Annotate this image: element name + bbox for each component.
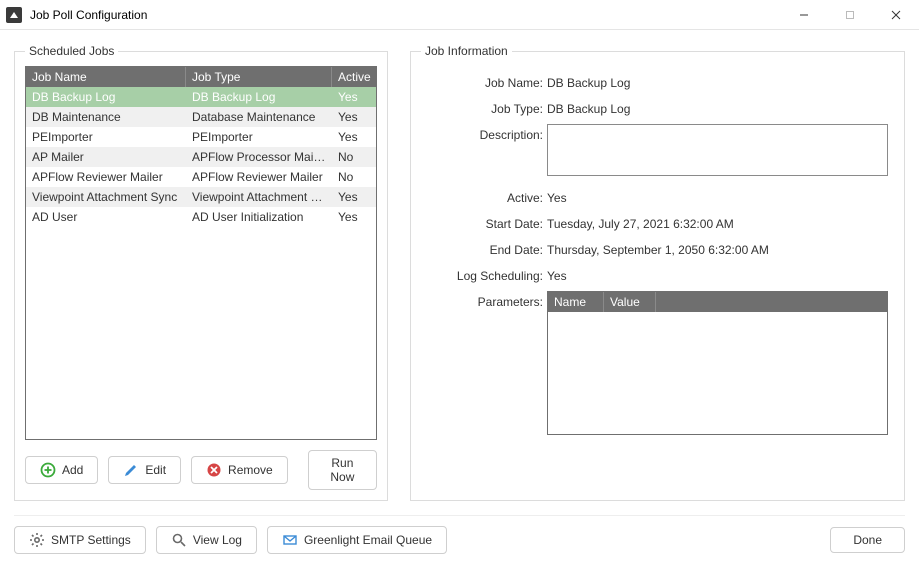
- job-info-group: Job Information Job Name: DB Backup Log …: [410, 44, 905, 501]
- cell-job-type: Viewpoint Attachment Sync: [186, 187, 332, 207]
- pencil-icon: [123, 462, 139, 478]
- jobs-grid[interactable]: Job Name Job Type Active DB Backup Log D…: [25, 66, 377, 440]
- label-end-date: End Date:: [427, 239, 543, 257]
- cell-job-type: PEImporter: [186, 127, 332, 147]
- cell-job-name: DB Backup Log: [26, 87, 186, 107]
- col-param-name[interactable]: Name: [548, 292, 604, 312]
- cell-job-type: APFlow Reviewer Mailer: [186, 167, 332, 187]
- jobs-buttons: Add Edit Remove Run Now: [25, 450, 377, 490]
- cell-job-name: PEImporter: [26, 127, 186, 147]
- app-icon: [6, 7, 22, 23]
- table-row[interactable]: PEImporter PEImporter Yes: [26, 127, 376, 147]
- cell-job-active: Yes: [332, 107, 376, 127]
- table-row[interactable]: AD User AD User Initialization Yes: [26, 207, 376, 227]
- gear-icon: [29, 532, 45, 548]
- email-queue-button[interactable]: Greenlight Email Queue: [267, 526, 447, 554]
- remove-circle-icon: [206, 462, 222, 478]
- minimize-button[interactable]: [781, 0, 827, 30]
- email-queue-label: Greenlight Email Queue: [304, 533, 432, 547]
- jobs-grid-body: DB Backup Log DB Backup Log Yes DB Maint…: [26, 87, 376, 227]
- table-row[interactable]: APFlow Reviewer Mailer APFlow Reviewer M…: [26, 167, 376, 187]
- cell-job-active: Yes: [332, 207, 376, 227]
- table-row[interactable]: DB Maintenance Database Maintenance Yes: [26, 107, 376, 127]
- magnifier-icon: [171, 532, 187, 548]
- cell-job-active: Yes: [332, 87, 376, 107]
- edit-button-label: Edit: [145, 463, 166, 477]
- col-job-type[interactable]: Job Type: [186, 67, 332, 87]
- label-parameters: Parameters:: [427, 291, 543, 435]
- smtp-settings-label: SMTP Settings: [51, 533, 131, 547]
- view-log-label: View Log: [193, 533, 242, 547]
- envelope-icon: [282, 532, 298, 548]
- scheduled-jobs-group: Scheduled Jobs Job Name Job Type Active …: [14, 44, 388, 501]
- jobs-grid-header: Job Name Job Type Active: [26, 67, 376, 87]
- done-button[interactable]: Done: [830, 527, 905, 553]
- run-now-button-label: Run Now: [323, 456, 362, 484]
- table-row[interactable]: DB Backup Log DB Backup Log Yes: [26, 87, 376, 107]
- title-bar: Job Poll Configuration: [0, 0, 919, 30]
- value-active: Yes: [547, 187, 888, 205]
- cell-job-type: DB Backup Log: [186, 87, 332, 107]
- remove-button-label: Remove: [228, 463, 273, 477]
- label-start-date: Start Date:: [427, 213, 543, 231]
- label-log-sched: Log Scheduling:: [427, 265, 543, 283]
- cell-job-name: AD User: [26, 207, 186, 227]
- plus-circle-icon: [40, 462, 56, 478]
- label-job-name: Job Name:: [427, 72, 543, 90]
- table-row[interactable]: AP Mailer APFlow Processor Mailer No: [26, 147, 376, 167]
- done-button-label: Done: [853, 533, 882, 547]
- parameters-grid[interactable]: Name Value: [547, 291, 888, 435]
- description-input[interactable]: [547, 124, 888, 176]
- label-active: Active:: [427, 187, 543, 205]
- value-job-name: DB Backup Log: [547, 72, 888, 90]
- edit-button[interactable]: Edit: [108, 456, 181, 484]
- cell-job-name: Viewpoint Attachment Sync: [26, 187, 186, 207]
- col-job-name[interactable]: Job Name: [26, 67, 186, 87]
- value-start-date: Tuesday, July 27, 2021 6:32:00 AM: [547, 213, 888, 231]
- cell-job-name: DB Maintenance: [26, 107, 186, 127]
- cell-job-type: AD User Initialization: [186, 207, 332, 227]
- window-controls: [781, 0, 919, 30]
- cell-job-active: No: [332, 167, 376, 187]
- col-param-blank: [656, 292, 887, 312]
- cell-job-type: Database Maintenance: [186, 107, 332, 127]
- cell-job-active: No: [332, 147, 376, 167]
- value-job-type: DB Backup Log: [547, 98, 888, 116]
- col-param-value[interactable]: Value: [604, 292, 656, 312]
- view-log-button[interactable]: View Log: [156, 526, 257, 554]
- label-description: Description:: [427, 124, 543, 179]
- label-job-type: Job Type:: [427, 98, 543, 116]
- cell-job-type: APFlow Processor Mailer: [186, 147, 332, 167]
- value-end-date: Thursday, September 1, 2050 6:32:00 AM: [547, 239, 888, 257]
- add-button[interactable]: Add: [25, 456, 98, 484]
- parameters-grid-header: Name Value: [548, 292, 887, 312]
- cell-job-name: APFlow Reviewer Mailer: [26, 167, 186, 187]
- cell-job-active: Yes: [332, 127, 376, 147]
- table-row[interactable]: Viewpoint Attachment Sync Viewpoint Atta…: [26, 187, 376, 207]
- cell-job-name: AP Mailer: [26, 147, 186, 167]
- value-log-sched: Yes: [547, 265, 888, 283]
- close-button[interactable]: [873, 0, 919, 30]
- add-button-label: Add: [62, 463, 83, 477]
- window-title: Job Poll Configuration: [30, 8, 781, 22]
- run-now-button[interactable]: Run Now: [308, 450, 377, 490]
- maximize-button: [827, 0, 873, 30]
- cell-job-active: Yes: [332, 187, 376, 207]
- smtp-settings-button[interactable]: SMTP Settings: [14, 526, 146, 554]
- remove-button[interactable]: Remove: [191, 456, 288, 484]
- footer-buttons: SMTP Settings View Log Greenlight Email …: [14, 515, 905, 554]
- col-job-active[interactable]: Active: [332, 67, 376, 87]
- job-info-legend: Job Information: [421, 44, 512, 58]
- scheduled-jobs-legend: Scheduled Jobs: [25, 44, 118, 58]
